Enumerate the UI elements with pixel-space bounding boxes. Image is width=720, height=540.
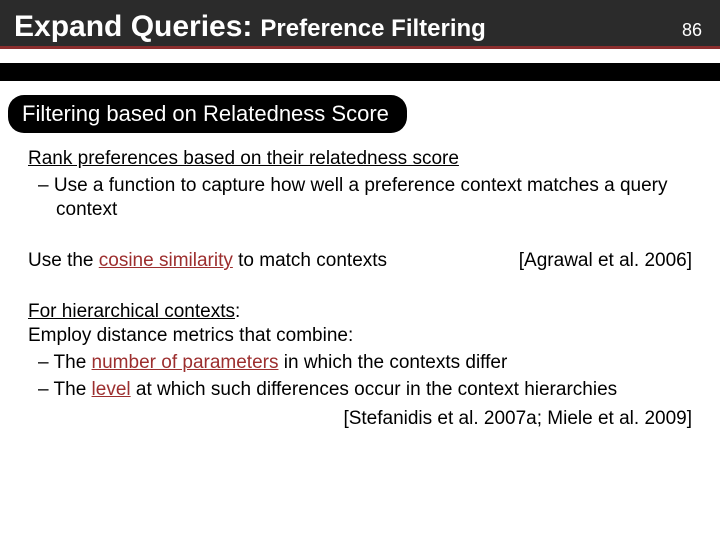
divider-bar xyxy=(0,63,720,81)
p2-emphasis: cosine similarity xyxy=(99,250,233,271)
slide: Expand Queries: Preference Filtering 86 … xyxy=(0,0,720,540)
spacer xyxy=(0,49,720,63)
spacer xyxy=(0,81,720,95)
section-header: Filtering based on Relatedness Score xyxy=(0,95,720,133)
p3-bullet-1: The number of parameters in which the co… xyxy=(28,351,692,376)
p2-text: Use the cosine similarity to match conte… xyxy=(28,249,387,274)
title-bar: Expand Queries: Preference Filtering 86 xyxy=(0,0,720,49)
title-sub: Preference Filtering xyxy=(260,15,485,43)
p1-bullet: Use a function to capture how well a pre… xyxy=(28,174,692,223)
paragraph-1: Rank preferences based on their relatedn… xyxy=(28,147,692,223)
p3-b2-pre: The xyxy=(54,379,92,400)
p2-citation: [Agrawal et al. 2006] xyxy=(503,249,692,274)
p3-bullet-2: The level at which such differences occu… xyxy=(28,378,692,403)
section-pill: Filtering based on Relatedness Score xyxy=(8,95,407,133)
p3-b2-post: at which such differences occur in the c… xyxy=(131,379,618,400)
p3-b1-post: in which the contexts differ xyxy=(278,352,507,373)
p3-heading: For hierarchical contexts: xyxy=(28,300,692,325)
p2-pre: Use the xyxy=(28,250,99,271)
p3-b2-emphasis: level xyxy=(92,379,131,400)
p3-b1-pre: The xyxy=(54,352,92,373)
title-main: Expand Queries: xyxy=(14,10,252,44)
paragraph-3: For hierarchical contexts: Employ distan… xyxy=(28,300,692,431)
p3-lead: Employ distance metrics that combine: xyxy=(28,324,692,349)
p3-b1-emphasis: number of parameters xyxy=(92,352,279,373)
p1-heading: Rank preferences based on their relatedn… xyxy=(28,147,692,172)
p3-citation: [Stefanidis et al. 2007a; Miele et al. 2… xyxy=(28,407,692,432)
paragraph-2: Use the cosine similarity to match conte… xyxy=(28,249,692,274)
content-area: Rank preferences based on their relatedn… xyxy=(0,133,720,431)
page-number: 86 xyxy=(682,20,706,41)
p3-heading-text: For hierarchical contexts xyxy=(28,301,235,322)
p2-post: to match contexts xyxy=(233,250,387,271)
